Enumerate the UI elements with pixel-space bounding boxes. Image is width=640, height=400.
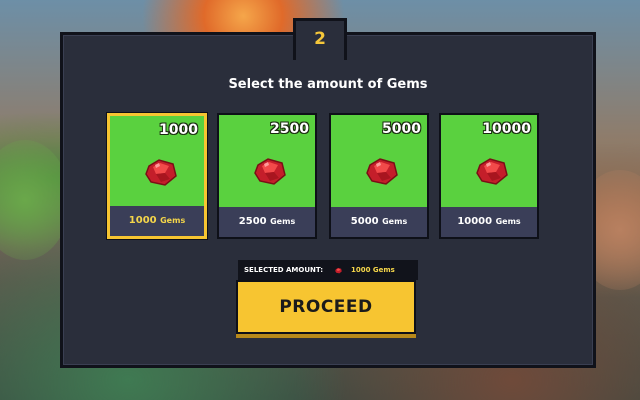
red-gem-icon	[476, 158, 508, 185]
card-image-area: 2500	[219, 115, 315, 209]
red-gem-icon	[254, 158, 286, 185]
card-label-unit: Gems	[270, 217, 296, 226]
card-amount: 10000	[482, 121, 531, 137]
card-label-amount: 1000	[128, 215, 157, 226]
selected-amount-label: SELECTED AMOUNT:	[244, 266, 324, 274]
panel-title: Select the amount of Gems	[228, 77, 428, 92]
card-label: 2500 Gems	[219, 207, 315, 237]
selected-amount-value: 1000 Gems	[350, 266, 395, 274]
card-label-unit: Gems	[160, 216, 186, 225]
card-label-unit: Gems	[382, 217, 408, 226]
card-image-area: 1000	[110, 116, 204, 210]
card-image-area: 5000	[331, 115, 427, 209]
proceed-button[interactable]: PROCEED	[236, 280, 416, 334]
card-label: 5000 Gems	[331, 207, 427, 237]
card-label: 10000 Gems	[441, 207, 537, 237]
card-amount: 1000	[159, 122, 198, 138]
gem-option-card-2500[interactable]: 2500 2500 Gems	[217, 113, 317, 239]
gem-option-card-1000[interactable]: 1000 1000 Gems	[107, 113, 207, 239]
step-number: 2	[314, 29, 326, 49]
card-label: 1000 Gems	[110, 206, 204, 236]
card-amount: 2500	[270, 121, 309, 137]
red-gem-icon	[366, 158, 398, 185]
card-label-amount: 10000	[457, 216, 493, 227]
red-gem-icon	[334, 267, 342, 273]
step-indicator: 2	[293, 18, 347, 60]
card-amount: 5000	[382, 121, 421, 137]
selected-amount-bar: SELECTED AMOUNT: 1000 Gems	[238, 260, 418, 280]
card-label-unit: Gems	[495, 217, 521, 226]
card-label-amount: 2500	[238, 216, 267, 227]
gem-option-card-10000[interactable]: 10000 10000 Gems	[439, 113, 539, 239]
card-label-amount: 5000	[350, 216, 379, 227]
gem-option-card-5000[interactable]: 5000 5000 Gems	[329, 113, 429, 239]
red-gem-icon	[145, 159, 177, 186]
gem-selection-panel: Select the amount of Gems 1000 1000 Gems	[60, 32, 596, 368]
card-image-area: 10000	[441, 115, 537, 209]
